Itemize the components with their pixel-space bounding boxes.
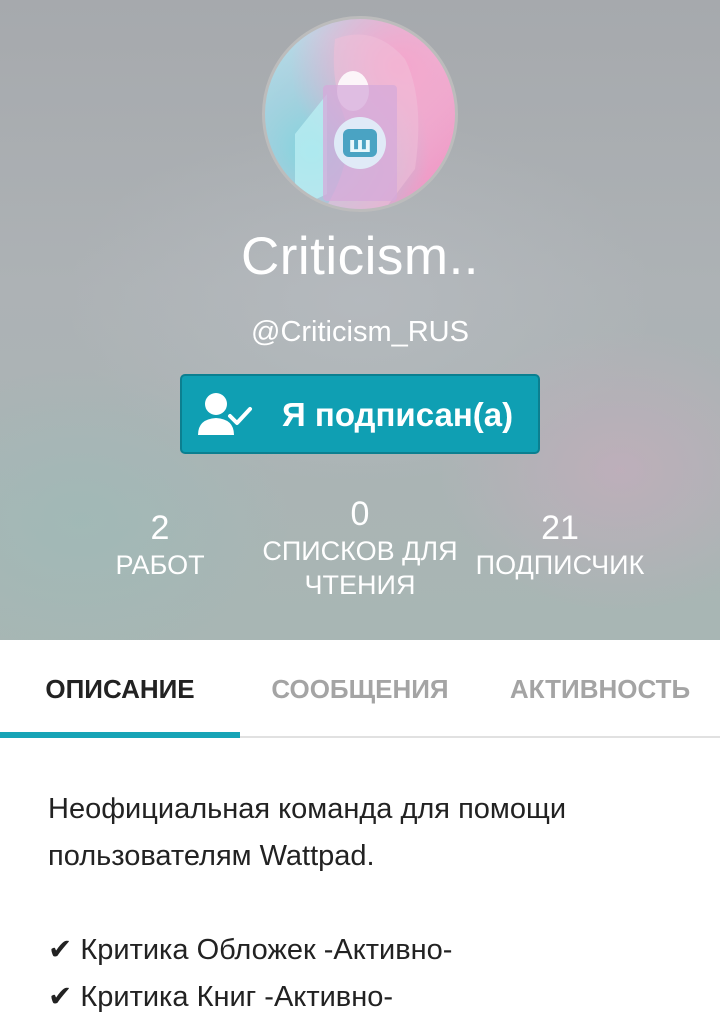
description-line: пользователям Wattpad. [48, 840, 375, 872]
tab-messages[interactable]: СООБЩЕНИЯ [240, 640, 480, 738]
stat-works[interactable]: 2 РАБОТ [80, 508, 240, 582]
profile-tabs: ОПИСАНИЕ СООБЩЕНИЯ АКТИВНОСТЬ [0, 640, 720, 738]
reading-lists-label-line1: СПИСКОВ ДЛЯ [262, 536, 458, 566]
stat-followers[interactable]: 21 ПОДПИСЧИК [460, 508, 660, 582]
following-button[interactable]: Я подписан(а) [180, 374, 540, 454]
username: @Criticism_RUS [251, 316, 469, 348]
description-line: ✔ Критика Книг -Активно- [48, 981, 394, 1013]
svg-text:ш: ш [348, 133, 371, 158]
description-line: Неофициальная команда для помощи [48, 793, 567, 825]
reading-lists-label-line2: ЧТЕНИЯ [304, 570, 416, 600]
followers-label: ПОДПИСЧИК [475, 550, 645, 580]
profile-description: Неофициальная команда для помощи пользов… [48, 786, 688, 1021]
avatar[interactable]: ш [262, 16, 458, 212]
reading-lists-count: 0 [350, 495, 370, 533]
active-tab-indicator [0, 732, 240, 738]
tab-activity[interactable]: АКТИВНОСТЬ [480, 640, 720, 738]
description-spacer [48, 880, 688, 927]
tab-description[interactable]: ОПИСАНИЕ [0, 640, 240, 738]
description-line: ✔ Критика Обложек -Активно- [48, 934, 453, 966]
display-name: Criticism.. [240, 227, 480, 286]
works-count: 2 [150, 509, 170, 547]
profile-header: ш Criticism.. @Criticism_RUS Я подписан(… [0, 0, 720, 640]
works-label: РАБОТ [115, 550, 205, 580]
stat-reading-lists[interactable]: 0 СПИСКОВ ДЛЯ ЧТЕНИЯ [255, 494, 465, 602]
wattpad-logo-icon: ш [295, 34, 419, 209]
followers-count: 21 [541, 509, 579, 547]
following-button-label: Я подписан(а) [282, 396, 514, 433]
user-check-icon [198, 393, 252, 435]
